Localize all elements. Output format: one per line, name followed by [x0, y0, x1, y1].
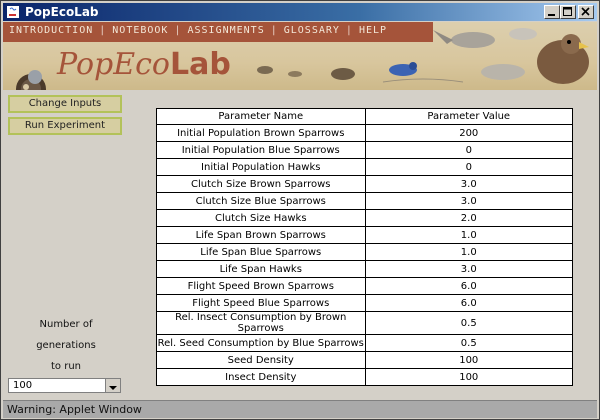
parameter-value: 0.5: [364, 334, 574, 352]
table-row: Life Span Hawks 3.0: [156, 260, 574, 278]
table-row: Initial Population Blue Sparrows 0: [156, 141, 574, 159]
parameter-value: 200: [364, 124, 574, 142]
parameter-value: 3.0: [364, 260, 574, 278]
parameter-name: Insect Density: [156, 368, 366, 386]
applet-window: PopEcoLab PopEcoLab INTRODUCTION | NOTEB…: [0, 0, 600, 420]
parameter-name: Clutch Size Hawks: [156, 209, 366, 227]
menu-separator: |: [174, 25, 182, 36]
parameter-name: Initial Population Hawks: [156, 158, 366, 176]
table-row: Rel. Seed Consumption by Blue Sparrows 0.…: [156, 334, 574, 352]
table-row: Clutch Size Brown Sparrows 3.0: [156, 175, 574, 193]
table-row: Insect Density 100: [156, 368, 574, 386]
close-icon: [581, 7, 590, 16]
parameter-name: Initial Population Brown Sparrows: [156, 124, 366, 142]
parameter-name: Life Span Brown Sparrows: [156, 226, 366, 244]
parameter-name: Life Span Blue Sparrows: [156, 243, 366, 261]
table-row: Initial Population Brown Sparrows 200: [156, 124, 574, 142]
parameter-value: 0.5: [364, 311, 574, 335]
window-title: PopEcoLab: [25, 5, 99, 19]
menu-notebook[interactable]: NOTEBOOK: [112, 25, 168, 36]
status-bar: Warning: Applet Window: [3, 400, 597, 418]
generations-label-line3: to run: [50, 361, 81, 372]
parameter-name: Seed Density: [156, 351, 366, 369]
parameter-value: 3.0: [364, 175, 574, 193]
parameter-name: Rel. Seed Consumption by Blue Sparrows: [156, 334, 366, 352]
table-row: Flight Speed Blue Sparrows 6.0: [156, 294, 574, 312]
generations-label-line2: generations: [36, 340, 96, 351]
menu-glossary[interactable]: GLOSSARY: [284, 25, 340, 36]
menu-separator: |: [345, 25, 353, 36]
minimize-button[interactable]: [544, 5, 560, 19]
table-row: Clutch Size Hawks 2.0: [156, 209, 574, 227]
run-experiment-button[interactable]: Run Experiment: [8, 117, 122, 135]
parameter-value: 1.0: [364, 226, 574, 244]
java-cup-icon: [7, 6, 19, 18]
parameter-name: Rel. Insect Consumption by Brown Sparrow…: [156, 311, 366, 335]
parameter-value: 2.0: [364, 209, 574, 227]
menu-separator: |: [99, 25, 107, 36]
maximize-button[interactable]: [560, 5, 576, 19]
menu-bar: INTRODUCTION | NOTEBOOK | ASSIGNMENTS | …: [3, 22, 433, 42]
parameter-value: 3.0: [364, 192, 574, 210]
minimize-icon: [548, 14, 555, 16]
parameter-value: 6.0: [364, 277, 574, 295]
parameter-name: Flight Speed Brown Sparrows: [156, 277, 366, 295]
parameter-name: Clutch Size Brown Sparrows: [156, 175, 366, 193]
header-parameter-name: Parameter Name: [156, 108, 366, 125]
table-row: Rel. Insect Consumption by Brown Sparrow…: [156, 311, 574, 335]
generations-select[interactable]: 100: [8, 378, 121, 393]
menu-assignments[interactable]: ASSIGNMENTS: [187, 25, 264, 36]
chevron-down-icon: [109, 386, 117, 390]
table-row: Seed Density 100: [156, 351, 574, 369]
parameter-name: Initial Population Blue Sparrows: [156, 141, 366, 159]
parameter-name: Flight Speed Blue Sparrows: [156, 294, 366, 312]
dropdown-arrow-button[interactable]: [105, 379, 120, 392]
table-row: Flight Speed Brown Sparrows 6.0: [156, 277, 574, 295]
table-row: Life Span Blue Sparrows 1.0: [156, 243, 574, 261]
logo-text: PopEcoLab: [57, 47, 231, 82]
parameter-value: 0: [364, 158, 574, 176]
status-text: Warning: Applet Window: [7, 403, 142, 416]
parameters-table: Parameter Name Parameter Value Initial P…: [156, 108, 574, 386]
title-bar[interactable]: PopEcoLab: [3, 3, 597, 21]
table-header-row: Parameter Name Parameter Value: [156, 108, 574, 125]
parameter-value: 1.0: [364, 243, 574, 261]
menu-introduction[interactable]: INTRODUCTION: [9, 25, 93, 36]
table-row: Initial Population Hawks 0: [156, 158, 574, 176]
table-row: Life Span Brown Sparrows 1.0: [156, 226, 574, 244]
generations-label-line1: Number of: [39, 319, 93, 330]
menu-help[interactable]: HELP: [359, 25, 387, 36]
parameter-value: 0: [364, 141, 574, 159]
maximize-icon: [563, 7, 572, 16]
menu-items: INTRODUCTION | NOTEBOOK | ASSIGNMENTS | …: [9, 25, 387, 36]
close-button[interactable]: [578, 5, 594, 19]
table-row: Clutch Size Blue Sparrows 3.0: [156, 192, 574, 210]
change-inputs-button[interactable]: Change Inputs: [8, 95, 122, 113]
parameter-value: 100: [364, 351, 574, 369]
parameter-name: Life Span Hawks: [156, 260, 366, 278]
parameter-value: 100: [364, 368, 574, 386]
header-parameter-value: Parameter Value: [364, 108, 574, 125]
parameter-value: 6.0: [364, 294, 574, 312]
generations-selected-value: 100: [13, 380, 33, 391]
menu-separator: |: [270, 25, 278, 36]
logo-text-popeco: PopEco: [57, 47, 170, 82]
logo-icon: [16, 70, 46, 90]
logo-text-lab: Lab: [170, 47, 231, 82]
parameter-name: Clutch Size Blue Sparrows: [156, 192, 366, 210]
